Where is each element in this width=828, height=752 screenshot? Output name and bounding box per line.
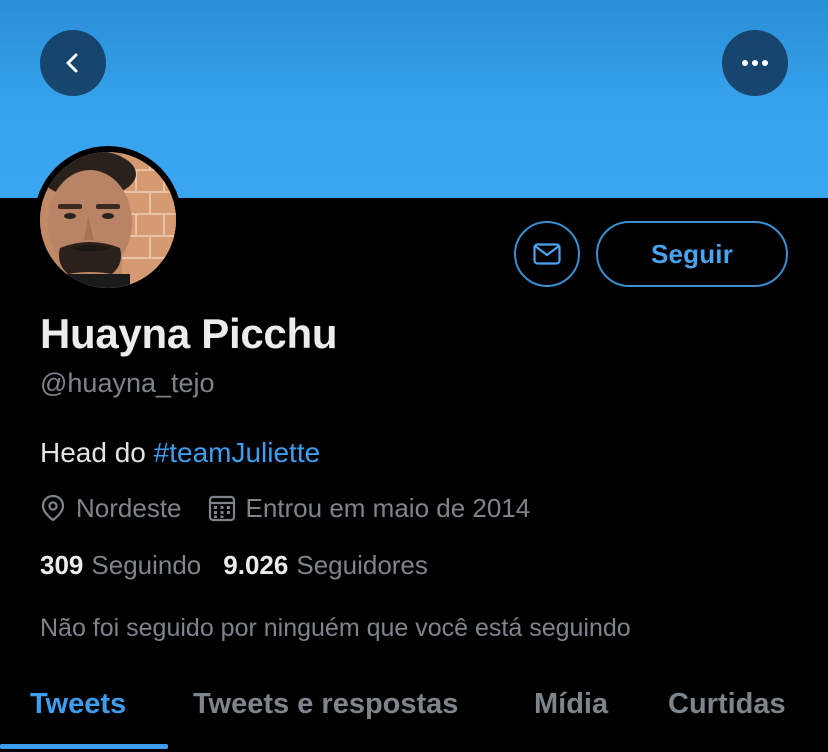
- message-button[interactable]: [514, 221, 580, 287]
- avatar-photo: [40, 152, 176, 288]
- bio-hashtag-link[interactable]: #teamJuliette: [154, 437, 321, 468]
- followed-by-note: Não foi seguido por ninguém que você est…: [40, 614, 631, 642]
- bio-text: Head do: [40, 437, 154, 468]
- location-item: Nordeste: [40, 493, 182, 524]
- avatar[interactable]: [34, 146, 182, 294]
- back-button[interactable]: [40, 30, 106, 96]
- active-tab-indicator: [0, 744, 168, 749]
- tab-midia[interactable]: Mídia: [534, 688, 608, 721]
- followers-label: Seguidores: [296, 550, 428, 580]
- follow-button-label: Seguir: [650, 238, 734, 269]
- follow-button[interactable]: Seguir: [596, 221, 788, 287]
- tab-tweets[interactable]: Tweets: [30, 688, 126, 721]
- more-dots-icon: [742, 60, 768, 66]
- location-text: Nordeste: [76, 492, 182, 523]
- profile-screen: Seguir Huayna Picchu @huayna_tejo Head d…: [0, 0, 828, 752]
- follow-counts: 309 Seguindo 9.026 Seguidores: [40, 550, 428, 581]
- tab-curtidas[interactable]: Curtidas: [668, 688, 786, 721]
- followers-count: 9.026: [223, 550, 289, 580]
- following-label: Seguindo: [91, 550, 202, 580]
- profile-bio: Head do #teamJuliette: [40, 437, 320, 469]
- chevron-left-icon: [66, 53, 78, 73]
- more-options-button[interactable]: [722, 30, 788, 96]
- profile-name: Huayna Picchu: [40, 310, 338, 357]
- envelope-icon: [533, 243, 561, 265]
- profile-handle: @huayna_tejo: [40, 368, 215, 398]
- joined-item: Entrou em maio de 2014: [208, 492, 531, 524]
- profile-tabs: Tweets Tweets e respostas Mídia Curtidas: [0, 682, 828, 752]
- joined-text: Entrou em maio de 2014: [245, 492, 531, 523]
- followers-link[interactable]: 9.026 Seguidores: [223, 550, 428, 581]
- following-count: 309: [40, 550, 84, 580]
- following-link[interactable]: 309 Seguindo: [40, 550, 201, 581]
- location-pin-icon: [41, 494, 65, 522]
- calendar-icon: [208, 495, 235, 522]
- profile-meta: Nordeste Entrou em maio de 2014: [40, 490, 530, 526]
- tab-tweets-e-respostas[interactable]: Tweets e respostas: [193, 688, 458, 721]
